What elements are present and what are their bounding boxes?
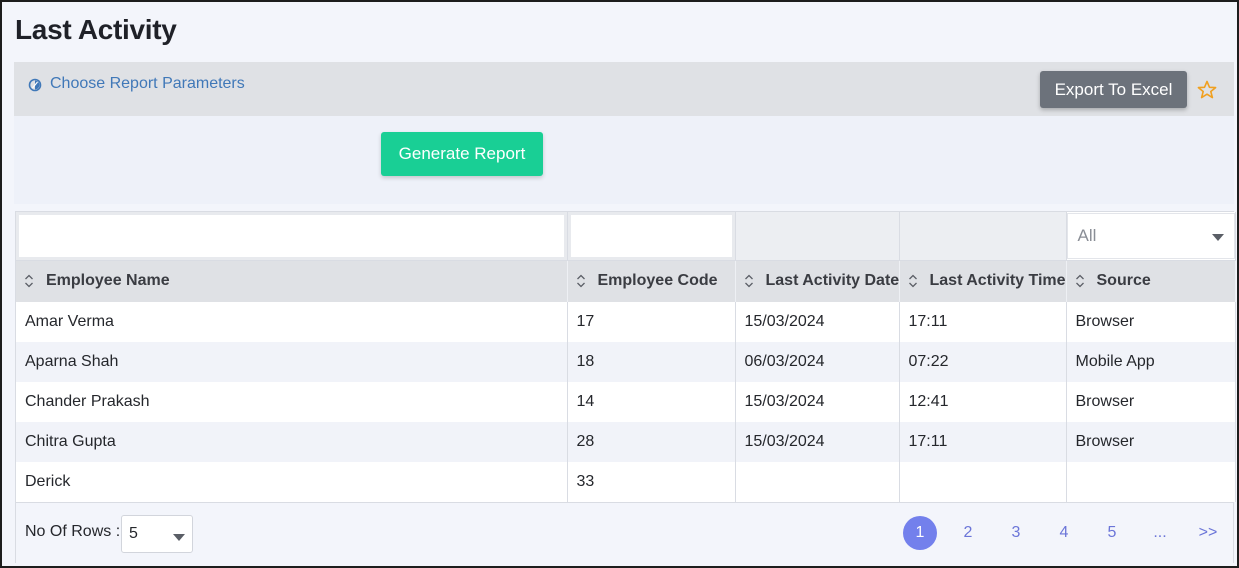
cell-employee-code: 33 bbox=[567, 462, 736, 502]
column-header-employee-code[interactable]: Employee Code bbox=[567, 260, 736, 302]
sort-updown-icon bbox=[576, 274, 586, 288]
column-label: Employee Code bbox=[597, 272, 718, 290]
sort-updown-icon bbox=[24, 274, 34, 288]
filter-cell-employee-code bbox=[567, 212, 736, 261]
report-table: All Employee Name Employee Code Last Act… bbox=[16, 212, 1236, 502]
cell-source: Browser bbox=[1066, 382, 1236, 422]
caret-down-icon bbox=[1211, 233, 1224, 241]
settings-dial-icon bbox=[28, 78, 42, 92]
page-5-button[interactable]: 5 bbox=[1095, 516, 1129, 550]
page-ellipsis-button[interactable]: ... bbox=[1143, 516, 1177, 550]
source-filter-select[interactable]: All bbox=[1066, 212, 1235, 259]
cell-employee-name: Aparna Shah bbox=[16, 342, 568, 382]
sort-updown-icon bbox=[1075, 274, 1085, 288]
page-2-button[interactable]: 2 bbox=[951, 516, 985, 550]
cell-last-activity-time: 17:11 bbox=[899, 422, 1067, 462]
table-row[interactable]: Aparna Shah 18 06/03/2024 07:22 Mobile A… bbox=[16, 342, 1236, 382]
cell-last-activity-time: 07:22 bbox=[899, 342, 1067, 382]
cell-employee-name: Chitra Gupta bbox=[16, 422, 568, 462]
caret-down-icon bbox=[173, 534, 185, 541]
cell-employee-code: 28 bbox=[567, 422, 736, 462]
filter-cell-employee-name bbox=[16, 212, 568, 261]
sort-updown-icon bbox=[908, 274, 918, 288]
column-label: Source bbox=[1096, 272, 1151, 290]
employee-code-filter-input[interactable] bbox=[567, 212, 735, 260]
column-label: Employee Name bbox=[46, 272, 170, 290]
header-row: Employee Name Employee Code Last Activit… bbox=[16, 260, 1236, 302]
rows-per-page-label: No Of Rows : bbox=[25, 523, 121, 540]
sort-updown-icon bbox=[744, 274, 754, 288]
employee-name-filter-input[interactable] bbox=[16, 212, 567, 260]
cell-employee-code: 18 bbox=[567, 342, 736, 382]
cell-source: Browser bbox=[1066, 302, 1236, 342]
cell-last-activity-time: 12:41 bbox=[899, 382, 1067, 422]
report-window: Last Activity Choose Report Parameters E… bbox=[0, 0, 1239, 568]
cell-last-activity-date: 15/03/2024 bbox=[735, 422, 900, 462]
export-to-excel-button[interactable]: Export To Excel bbox=[1040, 71, 1187, 108]
table-row[interactable]: Chander Prakash 14 15/03/2024 12:41 Brow… bbox=[16, 382, 1236, 422]
cell-last-activity-date bbox=[735, 462, 900, 502]
cell-employee-name: Derick bbox=[16, 462, 568, 502]
filter-cell-time bbox=[899, 212, 1067, 261]
column-label: Last Activity Time bbox=[929, 272, 1066, 290]
cell-source: Mobile App bbox=[1066, 342, 1236, 382]
page-title: Last Activity bbox=[15, 14, 177, 45]
rows-per-page-value: 5 bbox=[129, 525, 138, 542]
choose-parameters-label: Choose Report Parameters bbox=[50, 75, 245, 92]
cell-last-activity-date: 15/03/2024 bbox=[735, 302, 900, 342]
column-header-last-activity-time[interactable]: Last Activity Time bbox=[899, 260, 1067, 302]
cell-employee-name: Amar Verma bbox=[16, 302, 568, 342]
cell-last-activity-time: 17:11 bbox=[899, 302, 1067, 342]
cell-last-activity-date: 15/03/2024 bbox=[735, 382, 900, 422]
grid-footer: No Of Rows : 5 1 2 3 4 5 ... >> bbox=[16, 502, 1233, 563]
source-filter-value: All bbox=[1077, 225, 1097, 245]
table-row[interactable]: Chitra Gupta 28 15/03/2024 17:11 Browser bbox=[16, 422, 1236, 462]
filter-row: All bbox=[16, 212, 1236, 261]
table-row[interactable]: Amar Verma 17 15/03/2024 17:11 Browser bbox=[16, 302, 1236, 342]
cell-employee-code: 14 bbox=[567, 382, 736, 422]
star-outline-icon[interactable] bbox=[1197, 80, 1217, 100]
generate-area: Generate Report bbox=[14, 116, 1234, 204]
cell-employee-name: Chander Prakash bbox=[16, 382, 568, 422]
choose-parameters-link[interactable]: Choose Report Parameters bbox=[28, 75, 245, 93]
cell-employee-code: 17 bbox=[567, 302, 736, 342]
column-header-employee-name[interactable]: Employee Name bbox=[16, 260, 568, 302]
table-row[interactable]: Derick 33 bbox=[16, 462, 1236, 502]
parameters-bar: Choose Report Parameters Export To Excel bbox=[14, 62, 1234, 116]
column-header-last-activity-date[interactable]: Last Activity Date bbox=[735, 260, 900, 302]
rows-per-page-select[interactable]: 5 bbox=[121, 515, 193, 553]
column-header-source[interactable]: Source bbox=[1066, 260, 1236, 302]
generate-report-button[interactable]: Generate Report bbox=[381, 132, 543, 176]
page-4-button[interactable]: 4 bbox=[1047, 516, 1081, 550]
cell-last-activity-time bbox=[899, 462, 1067, 502]
page-3-button[interactable]: 3 bbox=[999, 516, 1033, 550]
cell-last-activity-date: 06/03/2024 bbox=[735, 342, 900, 382]
cell-source bbox=[1066, 462, 1236, 502]
next-pages-button[interactable]: >> bbox=[1191, 516, 1225, 550]
filter-cell-date bbox=[735, 212, 900, 261]
filter-cell-source: All bbox=[1066, 212, 1236, 261]
report-grid: All Employee Name Employee Code Last Act… bbox=[15, 211, 1236, 563]
column-label: Last Activity Date bbox=[765, 272, 900, 290]
page-1-button[interactable]: 1 bbox=[903, 516, 937, 550]
cell-source: Browser bbox=[1066, 422, 1236, 462]
